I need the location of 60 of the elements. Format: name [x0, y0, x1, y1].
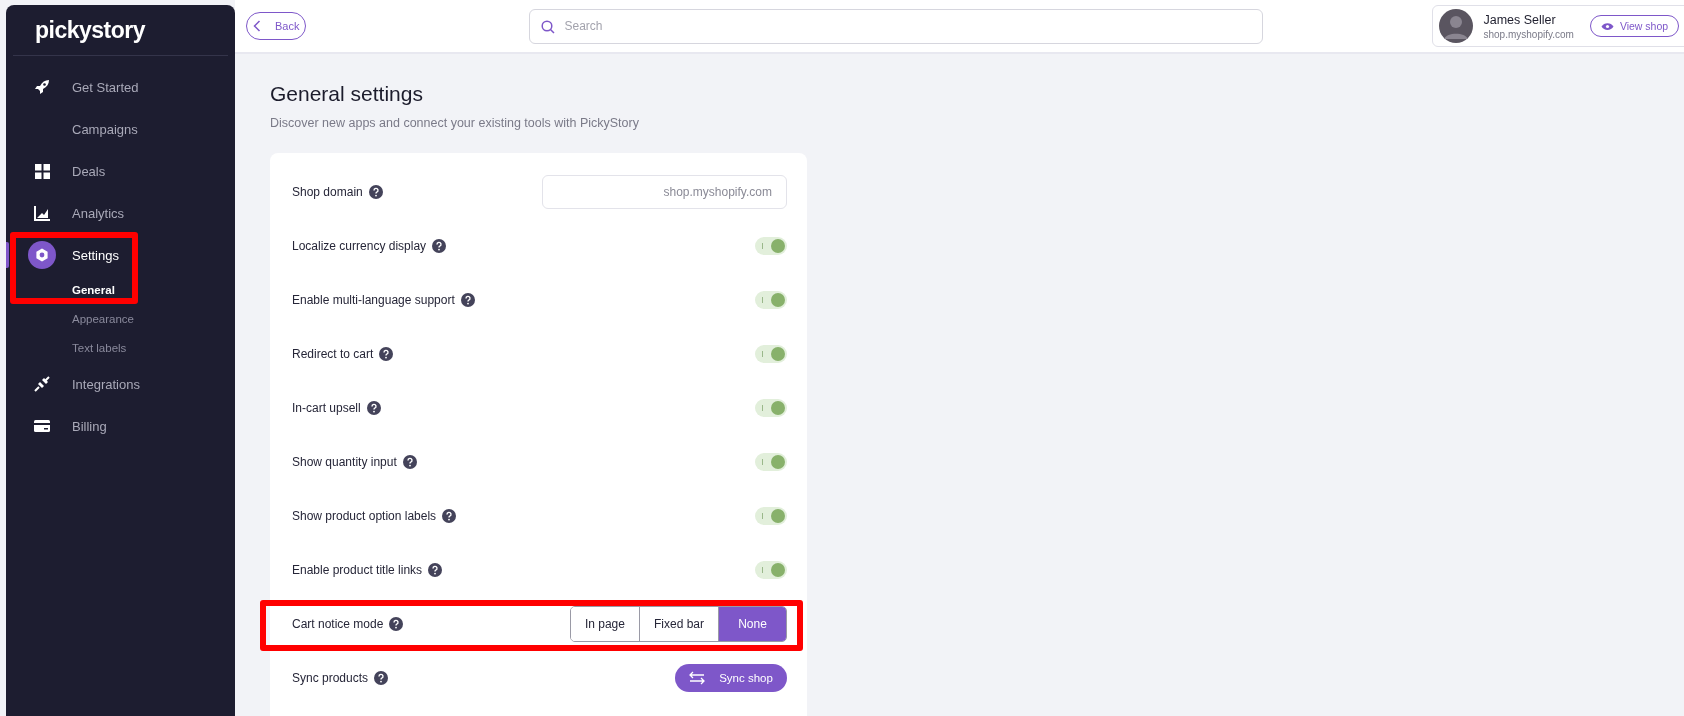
help-icon[interactable]: [366, 401, 381, 415]
toggle-switch[interactable]: [755, 561, 787, 579]
plug-icon: [34, 376, 50, 392]
rocket-icon: [34, 79, 50, 95]
help-icon[interactable]: [402, 455, 417, 469]
setting-label: Show quantity input: [292, 455, 397, 469]
sub-nav-item[interactable]: General: [6, 276, 235, 305]
sub-nav-item[interactable]: Appearance: [6, 305, 235, 334]
nav-item[interactable]: Settings: [6, 234, 235, 276]
shop-url: shop.myshopify.com: [1483, 28, 1574, 40]
back-button[interactable]: Back: [246, 12, 307, 40]
nav-item[interactable]: Billing: [6, 405, 235, 447]
user-name: James Seller: [1483, 12, 1557, 27]
segment-option[interactable]: None: [718, 607, 786, 641]
active-indicator: [6, 242, 9, 268]
help-icon[interactable]: [432, 239, 447, 253]
sync-button[interactable]: Sync shop: [675, 664, 787, 692]
grid-icon: [34, 163, 50, 179]
page-subtitle: Discover new apps and connect your existing tools with PickyStory: [270, 116, 640, 130]
setting-label: Enable product title links: [292, 563, 423, 577]
settings-icon: [28, 241, 56, 269]
nav-item[interactable]: Integrations: [6, 363, 235, 405]
setting-label: Shop domain: [292, 185, 363, 199]
search-icon: [541, 19, 556, 34]
eye-icon: [1600, 21, 1614, 31]
nav-item[interactable]: Get Started: [6, 66, 235, 108]
swap-arrows-icon: [689, 671, 706, 685]
help-icon[interactable]: [428, 563, 443, 577]
toggle-switch[interactable]: [755, 507, 787, 525]
logo: pickystory: [13, 5, 228, 56]
toggle-switch[interactable]: [755, 291, 787, 309]
help-icon[interactable]: [368, 185, 383, 199]
setting-label: Cart notice mode: [292, 617, 384, 631]
setting-label: Sync products: [292, 671, 369, 685]
help-icon[interactable]: [442, 509, 457, 523]
toggle-switch[interactable]: [755, 399, 787, 417]
sub-nav-item[interactable]: Text labels: [6, 334, 235, 363]
shop-domain-field[interactable]: shop.myshopify.com: [542, 175, 787, 209]
setting-label: In-cart upsell: [292, 401, 361, 415]
help-icon[interactable]: [460, 293, 475, 307]
nav-item[interactable]: Analytics: [6, 192, 235, 234]
setting-label: Redirect to cart: [292, 347, 374, 361]
toggle-switch[interactable]: [755, 345, 787, 363]
help-icon[interactable]: [379, 347, 394, 361]
nav-item[interactable]: Deals: [6, 150, 235, 192]
avatar: [1439, 9, 1474, 43]
card-icon: [34, 420, 50, 432]
help-icon[interactable]: [374, 671, 389, 685]
search-field[interactable]: Search: [529, 8, 1264, 44]
chevron-left-icon: [253, 20, 261, 32]
help-icon[interactable]: [389, 617, 404, 631]
nav-item[interactable]: Campaigns: [6, 108, 235, 150]
setting-label: Localize currency display: [292, 239, 427, 253]
setting-label: Show product option labels: [292, 509, 437, 523]
toggle-switch[interactable]: [755, 453, 787, 471]
chart-icon: [34, 205, 50, 221]
page-title: General settings: [270, 82, 424, 106]
toggle-switch[interactable]: [755, 237, 787, 255]
view-shop-button[interactable]: View shop: [1589, 15, 1680, 37]
setting-label: Enable multi-language support: [292, 293, 455, 307]
